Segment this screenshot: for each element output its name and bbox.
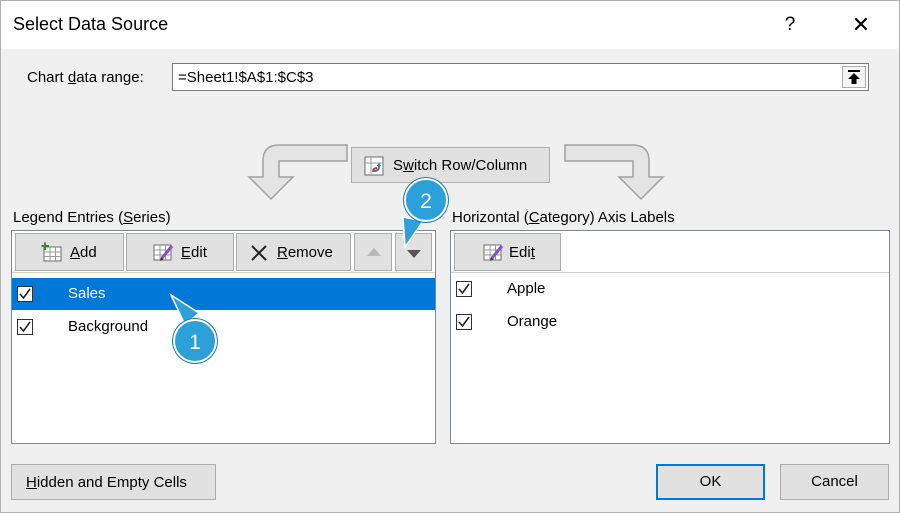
- hidden-empty-cells-button[interactable]: Hidden and Empty Cells: [11, 464, 216, 500]
- left-switch-arrow-icon: [247, 144, 348, 201]
- axis-label-row-apple[interactable]: Apple: [451, 273, 889, 305]
- series-label-background: Background: [68, 318, 149, 335]
- callout-2-badge: 2: [404, 178, 448, 222]
- chart-data-range-value[interactable]: =Sheet1!$A$1:$C$3: [178, 69, 314, 86]
- series-label-sales: Sales: [68, 285, 106, 302]
- edit-axis-labels-label: Edi t: [509, 243, 535, 261]
- add-series-button[interactable]: Add: [15, 233, 124, 271]
- triangle-up-icon: [367, 248, 381, 256]
- switch-row-column-icon: [364, 156, 384, 176]
- add-table-icon: [41, 242, 62, 262]
- series-row-sales[interactable]: Sales: [12, 278, 435, 310]
- title-bar: Select Data Source ? ✕: [1, 1, 899, 49]
- hidden-empty-cells-label: Hidden and Empty Cells: [26, 473, 187, 491]
- cancel-button[interactable]: Cancel: [780, 464, 889, 500]
- upload-arrow-icon: [848, 70, 860, 84]
- chart-data-range-label: Chart data range:: [27, 69, 144, 86]
- triangle-down-icon: [407, 250, 421, 258]
- chart-data-range-input[interactable]: =Sheet1!$A$1:$C$3: [172, 63, 869, 91]
- axis-checkbox-orange[interactable]: [456, 314, 472, 330]
- help-button[interactable]: ?: [777, 11, 803, 39]
- axis-labels-panel: Edi t Apple Orange: [450, 230, 890, 444]
- toolbar-divider: [12, 272, 435, 273]
- legend-entries-panel: Add Edit Remove Sales Background: [11, 230, 436, 444]
- switch-row-column-label: Sw itch Row/Column: [393, 156, 528, 174]
- remove-series-label: Remove: [277, 243, 333, 261]
- series-checkbox-background[interactable]: [17, 319, 33, 335]
- remove-x-icon: [251, 245, 267, 261]
- series-checkbox-sales[interactable]: [17, 286, 33, 302]
- checkmark-icon: [458, 316, 470, 328]
- switch-row-column-button[interactable]: Sw itch Row/Column: [351, 147, 550, 183]
- collapse-dialog-button[interactable]: [842, 66, 866, 88]
- dialog-title: Select Data Source: [13, 14, 169, 34]
- ok-button[interactable]: OK: [656, 464, 765, 500]
- axis-label-apple: Apple: [507, 280, 546, 297]
- callout-1-badge: 1: [173, 319, 217, 363]
- select-data-source-dialog: Select Data Source ? ✕ Chart data range:…: [0, 0, 900, 513]
- series-row-background[interactable]: Background: [12, 311, 435, 343]
- remove-series-button[interactable]: Remove: [236, 233, 351, 271]
- edit-series-button[interactable]: Edit: [126, 233, 234, 271]
- legend-entries-label: Legend Entries (Series): [13, 209, 171, 226]
- checkmark-icon: [19, 288, 31, 300]
- close-button[interactable]: ✕: [841, 11, 881, 39]
- checkmark-icon: [19, 321, 31, 333]
- edit-series-label: Edit: [181, 243, 207, 261]
- edit-table-icon: [483, 244, 504, 261]
- edit-table-icon: [153, 244, 174, 261]
- right-switch-arrow-icon: [564, 144, 665, 201]
- axis-label-orange: Orange: [507, 313, 558, 330]
- move-up-button[interactable]: [354, 233, 392, 271]
- axis-label-row-orange[interactable]: Orange: [451, 306, 889, 338]
- checkmark-icon: [458, 283, 470, 295]
- edit-axis-labels-button[interactable]: Edi t: [454, 233, 561, 271]
- axis-labels-label: Horizontal (Category) Axis Labels: [452, 209, 675, 226]
- axis-checkbox-apple[interactable]: [456, 281, 472, 297]
- add-series-label: Add: [70, 243, 97, 261]
